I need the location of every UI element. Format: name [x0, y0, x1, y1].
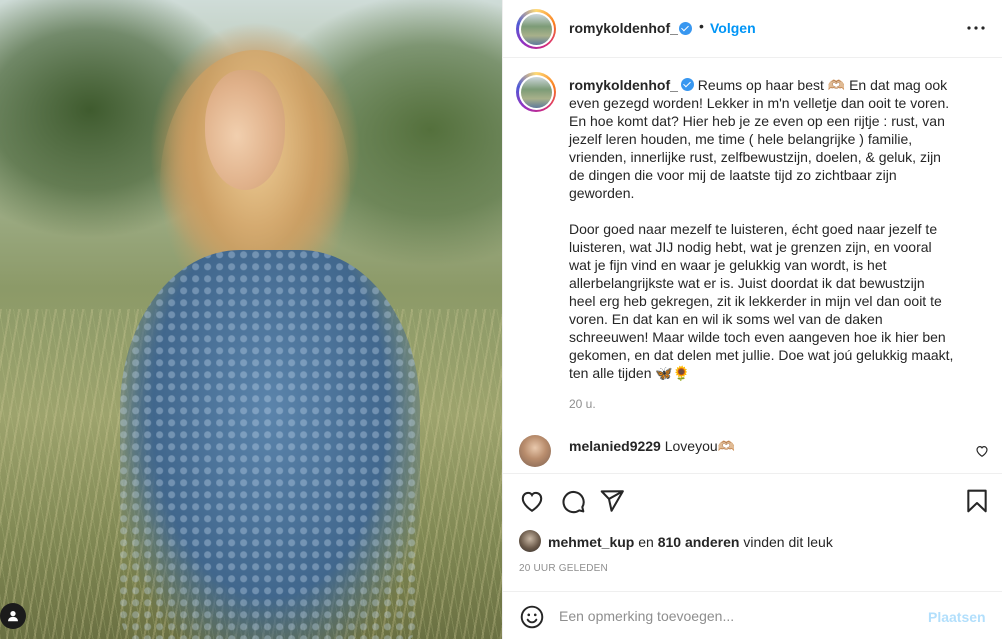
- add-comment-bar: Plaatsen: [503, 591, 1002, 639]
- bookmark-icon[interactable]: [964, 488, 990, 514]
- caption-time[interactable]: 20 u.: [569, 397, 596, 411]
- post-header: romykoldenhof_ • Volgen: [503, 0, 1002, 58]
- caption-text: Reums op haar best 🫶🏼 En dat mag ook eve…: [569, 77, 954, 381]
- header-separator: •: [699, 18, 704, 34]
- caption-username[interactable]: romykoldenhof_: [569, 77, 678, 93]
- heart-icon[interactable]: [519, 488, 545, 514]
- commenter-avatar[interactable]: [519, 435, 551, 467]
- more-options-icon[interactable]: [964, 18, 988, 38]
- liker-avatar[interactable]: [519, 530, 541, 552]
- verified-badge-icon: [679, 22, 692, 35]
- comments-section: romykoldenhof_ Reums op haar best 🫶🏼 En …: [503, 58, 1002, 474]
- post-photo[interactable]: [0, 0, 502, 639]
- comment-username[interactable]: melanied9229: [569, 438, 661, 454]
- author-avatar[interactable]: [516, 9, 556, 49]
- comment-icon[interactable]: [560, 488, 586, 514]
- user-tag-icon[interactable]: [0, 603, 26, 629]
- post-panel: romykoldenhof_ • Volgen romykoldenhof_ R…: [502, 0, 1002, 639]
- likes-count-link[interactable]: 810 anderen: [658, 534, 740, 550]
- follow-button[interactable]: Volgen: [710, 20, 756, 36]
- comment-input[interactable]: [559, 604, 899, 628]
- comment-body: melanied9229 Loveyou🫶🏼: [569, 438, 735, 455]
- likes-connector: en: [638, 534, 654, 550]
- emoji-icon[interactable]: [519, 604, 545, 630]
- post-date[interactable]: 20 UUR GELEDEN: [519, 563, 608, 574]
- action-bar: [503, 482, 1002, 522]
- paper-plane-icon[interactable]: [599, 488, 625, 514]
- heart-icon[interactable]: [975, 444, 989, 458]
- likes-suffix: vinden dit leuk: [743, 534, 833, 550]
- caption-author-avatar[interactable]: [516, 72, 556, 112]
- comment-text: Loveyou🫶🏼: [664, 438, 736, 454]
- verified-badge-icon: [680, 78, 694, 91]
- post-comment-button[interactable]: Plaatsen: [928, 609, 986, 625]
- likes-text: mehmet_kup en 810 anderen vinden dit leu…: [548, 534, 833, 550]
- photo-dress: [120, 250, 420, 639]
- author-username[interactable]: romykoldenhof_: [569, 20, 678, 36]
- photo-face: [205, 70, 285, 190]
- comment-item: melanied9229 Loveyou🫶🏼: [503, 432, 1002, 472]
- caption: romykoldenhof_ Reums op haar best 🫶🏼 En …: [569, 76, 971, 382]
- liker-username[interactable]: mehmet_kup: [548, 534, 634, 550]
